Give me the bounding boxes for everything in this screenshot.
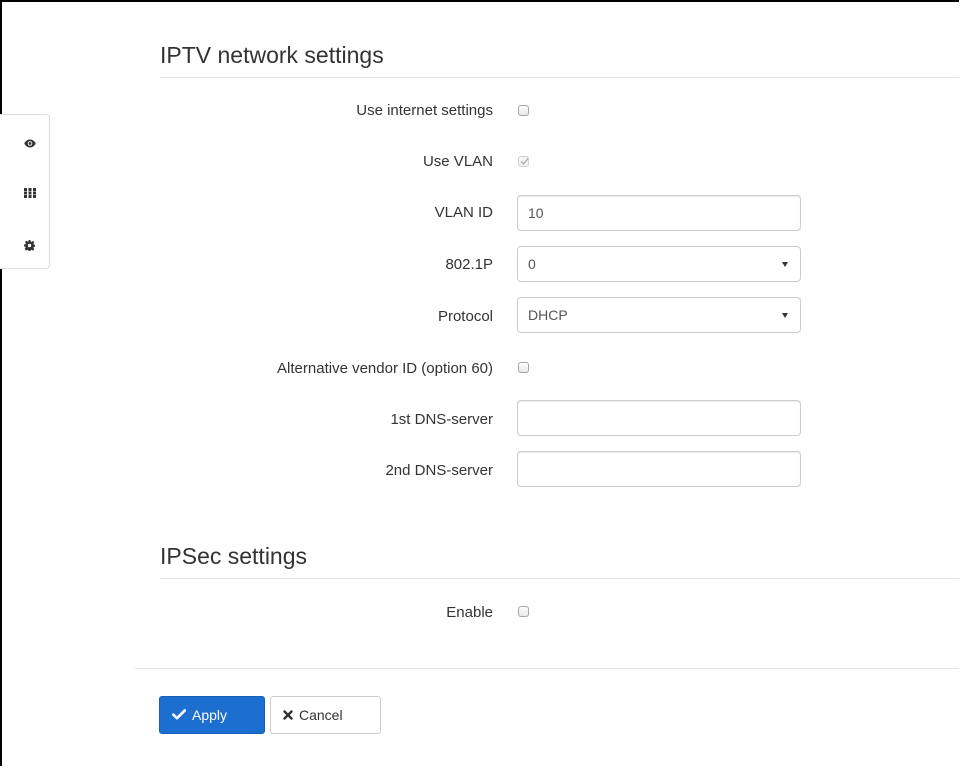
sidebar-item-monitoring[interactable] <box>0 123 48 163</box>
protocol-selected-value: DHCP <box>528 307 568 323</box>
close-icon <box>283 707 293 723</box>
gear-icon <box>24 239 35 251</box>
use-internet-settings-checkbox[interactable] <box>518 105 529 116</box>
caret-down-icon <box>782 313 788 318</box>
grid-icon <box>24 188 36 198</box>
section-divider <box>160 578 959 579</box>
p8021-selected-value: 0 <box>528 256 536 272</box>
dns1-label: 1st DNS-server <box>390 411 493 428</box>
vlan-id-input[interactable] <box>517 195 801 231</box>
apply-button[interactable]: Apply <box>159 696 265 734</box>
alt-vendor-checkbox[interactable] <box>518 362 529 373</box>
sidebar-item-settings[interactable] <box>0 225 48 265</box>
ipsec-enable-label: Enable <box>446 604 493 621</box>
check-icon <box>171 707 187 723</box>
eye-icon <box>24 139 36 148</box>
vlan-id-label: VLAN ID <box>434 204 493 221</box>
apply-button-label: Apply <box>192 707 228 723</box>
protocol-select[interactable]: DHCP <box>517 297 801 333</box>
use-internet-settings-label: Use internet settings <box>356 102 493 119</box>
section-divider <box>160 77 959 78</box>
section-title-ipsec: IPSec settings <box>160 543 308 569</box>
section-title-iptv: IPTV network settings <box>160 42 384 68</box>
sidebar-item-apps[interactable] <box>0 173 48 213</box>
checkmark-icon <box>520 158 529 166</box>
dns2-label: 2nd DNS-server <box>385 462 493 479</box>
p8021-select[interactable]: 0 <box>517 246 801 282</box>
p8021-label: 802.1P <box>445 256 493 273</box>
side-toolbar <box>0 114 50 269</box>
caret-down-icon <box>782 262 788 267</box>
cancel-button[interactable]: Cancel <box>270 696 381 734</box>
form-footer-divider <box>135 668 959 669</box>
ipsec-enable-checkbox[interactable] <box>518 606 529 617</box>
dns2-input[interactable] <box>517 451 801 487</box>
use-vlan-label: Use VLAN <box>422 153 493 170</box>
dns1-input[interactable] <box>517 400 801 436</box>
use-vlan-checkbox <box>518 156 529 167</box>
protocol-label: Protocol <box>437 308 493 325</box>
cancel-button-label: Cancel <box>299 707 343 723</box>
alt-vendor-label: Alternative vendor ID (option 60) <box>277 360 493 377</box>
